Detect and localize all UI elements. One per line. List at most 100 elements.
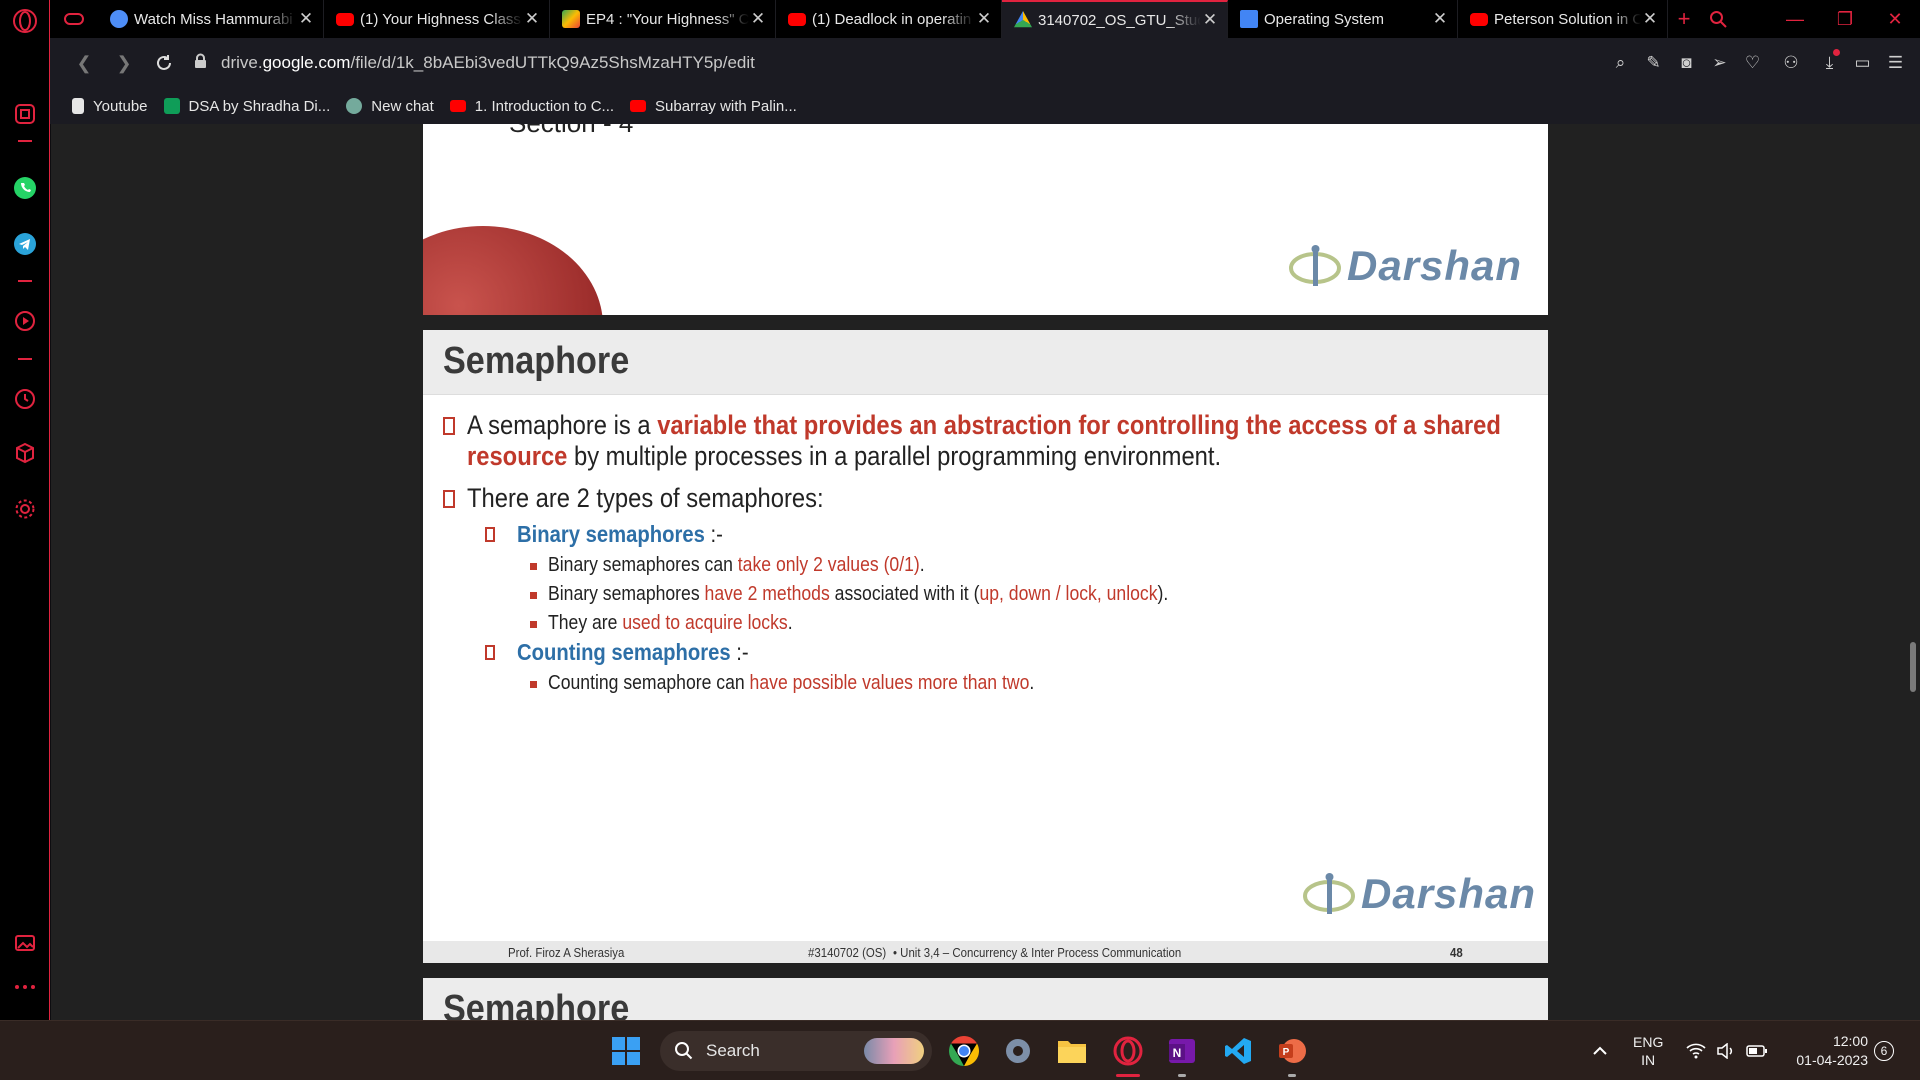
aria-ai-icon[interactable] [0, 102, 50, 126]
slide-title: Semaphore [443, 340, 630, 382]
vscode-icon[interactable] [1218, 1031, 1258, 1071]
powerpoint-icon[interactable]: P [1272, 1031, 1312, 1077]
restore-icon[interactable]: ❐ [1820, 0, 1870, 38]
whatsapp-icon[interactable] [0, 176, 50, 200]
sidebar-divider [0, 280, 50, 282]
next-slide: Semaphore [423, 978, 1548, 1020]
bookmark-1[interactable]: DSA by Shradha Di... [163, 98, 330, 115]
telegram-icon[interactable] [0, 232, 50, 256]
forward-arrow-icon[interactable]: ❯ [104, 43, 144, 83]
close-window-icon[interactable]: ✕ [1870, 0, 1920, 38]
tab-0[interactable]: Watch Miss Hammurabi ✕ [98, 0, 324, 38]
section-text: Section - 4 [509, 124, 633, 139]
chrome-icon[interactable] [944, 1031, 984, 1071]
bookmark-4[interactable]: Subarray with Palin... [630, 98, 797, 115]
bookmark-0[interactable]: Youtube [72, 98, 148, 115]
extensions-cube-icon[interactable] [0, 442, 50, 464]
close-icon[interactable]: ✕ [1201, 10, 1219, 30]
close-icon[interactable]: ✕ [1431, 9, 1449, 29]
opera-taskbar-icon[interactable] [1108, 1031, 1148, 1077]
windows-start-icon[interactable] [606, 1031, 646, 1071]
more-dots-icon[interactable] [0, 984, 50, 990]
back-arrow-icon[interactable]: ❮ [64, 43, 104, 83]
bookmark-label: New chat [371, 97, 434, 115]
close-icon[interactable]: ✕ [975, 9, 993, 29]
battery-icon[interactable] [1746, 1021, 1768, 1080]
bookmark-label: Youtube [93, 97, 148, 115]
heart-icon[interactable]: ♡ [1736, 53, 1769, 73]
item-highlight: up, down / lock, unlock [979, 583, 1158, 605]
vertical-scrollbar[interactable] [1910, 642, 1916, 692]
taskbar-search-box[interactable]: Search [660, 1031, 932, 1071]
clock[interactable]: 12:00 01-04-2023 [1786, 1021, 1868, 1080]
youtube-icon [788, 12, 806, 26]
binary-item-1: Binary semaphores have 2 methods associa… [548, 583, 1168, 606]
item-text: ). [1157, 583, 1169, 605]
download-icon[interactable]: ⤓ [1813, 49, 1846, 73]
minimize-icon[interactable]: — [1770, 0, 1820, 38]
tab-4-active[interactable]: 3140702_OS_GTU_Study ✕ [1002, 0, 1228, 38]
item-highlight: have 2 methods [704, 583, 830, 605]
search-label: Search [706, 1041, 760, 1060]
close-icon[interactable]: ✕ [749, 9, 767, 29]
bookmark-2[interactable]: New chat [346, 98, 434, 115]
profile-icon[interactable]: ⚇ [1769, 53, 1813, 73]
send-icon[interactable]: ➢ [1703, 53, 1736, 73]
footer-course: #3140702 (OS) [808, 945, 887, 960]
bullet-dot-icon [530, 621, 537, 628]
settings-gear-icon[interactable] [0, 498, 50, 520]
show-hidden-icons-chevron[interactable] [1592, 1021, 1608, 1080]
reload-icon[interactable] [144, 43, 184, 83]
bookmark-3[interactable]: 1. Introduction to C... [449, 98, 614, 115]
desktop: Watch Miss Hammurabi ✕ (1) Your Highness … [0, 0, 1920, 1080]
counting-item-0: Counting semaphore can have possible val… [548, 672, 1034, 695]
close-icon[interactable]: ✕ [523, 9, 541, 29]
footer-unit: • Unit 3,4 – Concurrency & Inter Process… [893, 945, 1182, 960]
item-highlight: have possible values more than two [749, 672, 1030, 694]
bullet-dot-icon [530, 681, 537, 688]
history-icon[interactable] [0, 388, 50, 410]
logo-name: Darshan [1347, 242, 1523, 289]
url-prefix: drive. [221, 53, 263, 72]
youtube-icon [630, 100, 647, 112]
pdf-viewer[interactable]: Section - 4 Darshan Semaphore A semaphor… [51, 124, 1920, 1020]
camera-snapshot-icon[interactable]: ◙ [1670, 53, 1703, 73]
url-field[interactable]: drive. google.com/file/d/1k_8bAEbi3vedUTT… [194, 53, 755, 74]
opera-logo-icon[interactable] [0, 8, 50, 34]
item-highlight: used to acquire locks [622, 612, 788, 634]
item-text: Counting semaphore can [548, 672, 750, 694]
zoom-search-icon[interactable]: ⌕ [1604, 53, 1637, 73]
file-explorer-icon[interactable] [1052, 1031, 1092, 1071]
game-controller-icon[interactable] [50, 0, 98, 38]
language-indicator[interactable]: ENG IN [1633, 1021, 1663, 1080]
tab-1[interactable]: (1) Your Highness Class ✕ [324, 0, 550, 38]
chatgpt-icon [346, 98, 363, 114]
lang-top: ENG [1633, 1034, 1664, 1050]
settings-icon[interactable] [998, 1031, 1038, 1071]
item-text: . [1029, 672, 1035, 694]
tab-search-icon[interactable] [1700, 0, 1736, 38]
slide-footer: Prof. Firoz A Sherasiya #3140702 (OS) • … [423, 941, 1548, 963]
battery-saver-icon[interactable]: ▭ [1846, 53, 1879, 73]
bullet-square-icon [485, 527, 495, 542]
onenote-icon[interactable]: N [1162, 1031, 1202, 1077]
player-icon[interactable] [0, 310, 50, 332]
new-tab-plus-icon[interactable]: + [1668, 0, 1700, 38]
gallery-icon[interactable] [0, 932, 50, 954]
close-icon[interactable]: ✕ [1641, 9, 1659, 29]
volume-icon[interactable] [1716, 1021, 1736, 1080]
tab-5[interactable]: Operating System ✕ [1228, 0, 1458, 38]
bullet-1-text-end: by multiple processes in a parallel prog… [567, 441, 1222, 471]
binary-heading: Binary semaphores :- [517, 521, 723, 548]
close-icon[interactable]: ✕ [297, 9, 315, 29]
tab-2[interactable]: EP4 : "Your Highness" C ✕ [550, 0, 776, 38]
easy-setup-icon[interactable]: ☰ [1879, 53, 1912, 73]
svg-text:P: P [1283, 1047, 1290, 1058]
wifi-icon[interactable] [1686, 1021, 1706, 1080]
notification-badge[interactable]: 6 [1874, 1021, 1894, 1080]
tab-title: (1) Deadlock in operatin [812, 10, 972, 28]
edit-icon[interactable]: ✎ [1637, 53, 1670, 73]
tab-6[interactable]: Peterson Solution in Op ✕ [1458, 0, 1668, 38]
tab-3[interactable]: (1) Deadlock in operatin ✕ [776, 0, 1002, 38]
clock-date: 01-04-2023 [1796, 1052, 1868, 1068]
